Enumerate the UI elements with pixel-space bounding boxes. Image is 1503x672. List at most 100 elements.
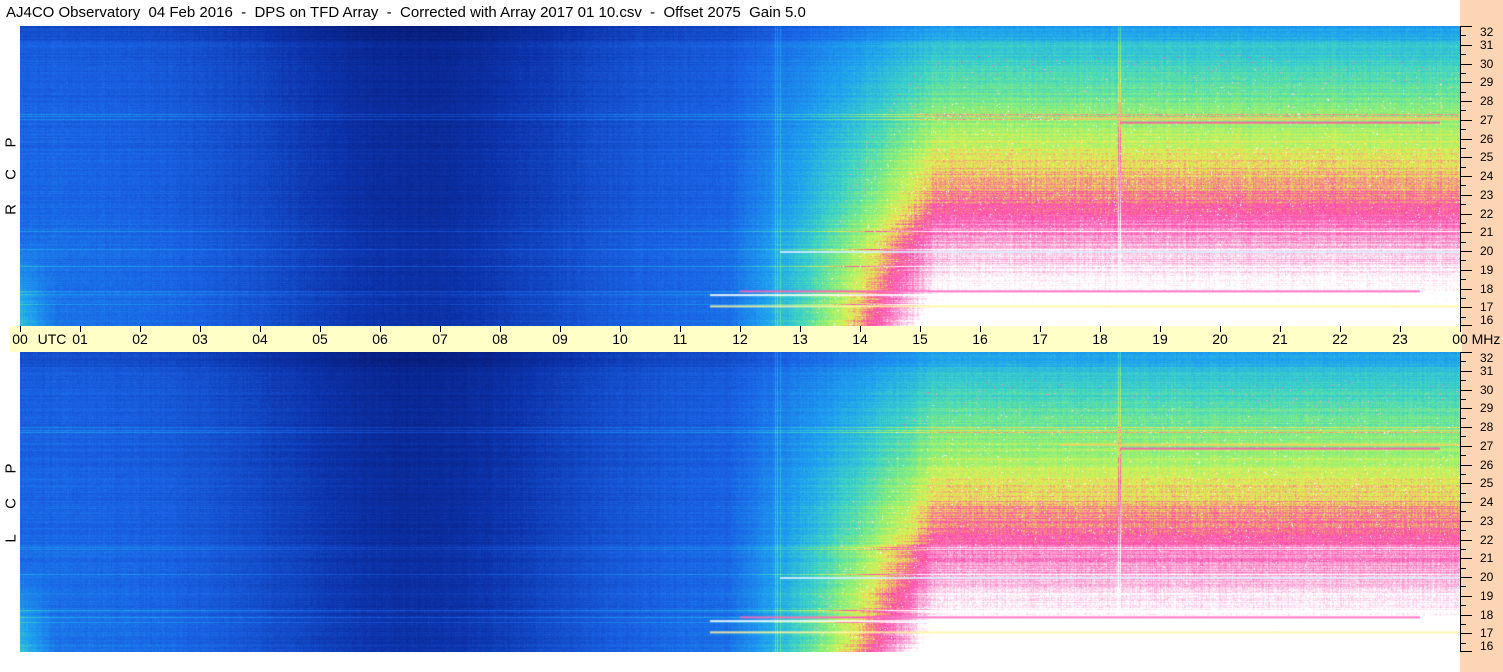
- frequency-minor-tick: [1460, 361, 1466, 363]
- frequency-tick: [1460, 483, 1472, 485]
- time-axis-label: 22: [1332, 331, 1348, 347]
- frequency-tick: [1460, 445, 1472, 447]
- frequency-scale-lcp: 16 17 18 19 20 21 22 23 24 25 26 27 28 29 30 31 32: [1460, 351, 1503, 653]
- frequency-minor-tick: [1460, 567, 1466, 569]
- time-axis-label: 07: [432, 331, 448, 347]
- frequency-label: 20: [1480, 244, 1494, 258]
- frequency-label: 31: [1480, 363, 1494, 378]
- frequency-label: 26: [1480, 131, 1494, 146]
- frequency-tick: [1460, 232, 1472, 234]
- frequency-minor-tick: [1460, 642, 1466, 644]
- spectrogram-canvas-rcp: [20, 26, 1460, 326]
- frequency-tick: [1460, 44, 1472, 46]
- frequency-minor-tick: [1460, 380, 1466, 382]
- frequency-minor-tick: [1460, 204, 1466, 206]
- panel-2-label-letter: L: [2, 534, 20, 543]
- time-axis-label: MHz: [1471, 331, 1501, 347]
- frequency-tick: [1460, 595, 1472, 597]
- panel-2-label-letter: C: [2, 498, 20, 509]
- frequency-label: 28: [1480, 420, 1494, 434]
- frequency-label: 27: [1480, 112, 1494, 127]
- frequency-tick: [1460, 194, 1472, 196]
- frequency-minor-tick: [1460, 316, 1466, 318]
- time-axis-label: 21: [1272, 331, 1288, 347]
- time-axis-label: 10: [612, 331, 628, 347]
- frequency-label: 29: [1480, 401, 1494, 416]
- frequency-tick: [1460, 370, 1472, 372]
- frequency-label: 18: [1480, 281, 1494, 296]
- frequency-tick: [1460, 63, 1472, 65]
- time-axis-label: 00: [1452, 331, 1468, 347]
- frequency-tick: [1460, 427, 1472, 428]
- frequency-tick: [1460, 352, 1472, 353]
- frequency-minor-tick: [1460, 147, 1466, 149]
- frequency-minor-tick: [1460, 623, 1466, 625]
- frequency-tick: [1460, 251, 1472, 252]
- frequency-minor-tick: [1460, 129, 1466, 131]
- frequency-label: 16: [1480, 313, 1494, 327]
- frequency-label: 26: [1480, 457, 1494, 472]
- frequency-label: 31: [1480, 37, 1494, 52]
- spectrogram-panel-rcp: [20, 26, 1460, 326]
- frequency-label: 24: [1480, 169, 1494, 183]
- time-axis-label: 11: [672, 331, 688, 347]
- frequency-tick: [1460, 26, 1472, 27]
- spectrogram-panel-lcp: [20, 352, 1460, 652]
- frequency-minor-tick: [1460, 605, 1466, 607]
- frequency-minor-tick: [1460, 297, 1466, 299]
- frequency-label: 18: [1480, 607, 1494, 622]
- frequency-tick: [1460, 119, 1472, 121]
- time-axis-label: 17: [1032, 331, 1048, 347]
- frequency-scale-rcp: 16 17 18 19 20 21 22 23 24 25 26 27 28 29 30 31 32: [1460, 25, 1503, 327]
- time-axis-label: 04: [252, 331, 268, 347]
- frequency-minor-tick: [1460, 72, 1466, 74]
- frequency-label: 22: [1480, 532, 1494, 547]
- frequency-minor-tick: [1460, 54, 1466, 56]
- frequency-label: 21: [1480, 551, 1494, 566]
- frequency-tick: [1460, 213, 1472, 215]
- time-axis-label: 14: [852, 331, 868, 347]
- frequency-minor-tick: [1460, 279, 1466, 281]
- time-axis-label: 15: [912, 331, 928, 347]
- frequency-tick: [1460, 288, 1472, 290]
- time-axis-label: 05: [312, 331, 328, 347]
- frequency-label: 29: [1480, 75, 1494, 90]
- frequency-tick: [1460, 520, 1472, 522]
- frequency-minor-tick: [1460, 530, 1466, 532]
- frequency-label: 20: [1480, 570, 1494, 584]
- panel-1-label-letter: C: [2, 169, 20, 180]
- frequency-tick: [1460, 408, 1472, 410]
- frequency-minor-tick: [1460, 166, 1466, 168]
- frequency-label: 30: [1480, 56, 1494, 71]
- frequency-tick: [1460, 325, 1472, 326]
- frequency-label: 25: [1480, 150, 1494, 165]
- time-axis-label: 20: [1212, 331, 1228, 347]
- frequency-minor-tick: [1460, 492, 1466, 494]
- frequency-minor-tick: [1460, 398, 1466, 400]
- frequency-label: 19: [1480, 262, 1494, 277]
- frequency-tick: [1460, 269, 1472, 271]
- frequency-minor-tick: [1460, 110, 1466, 112]
- time-axis-label: 12: [732, 331, 748, 347]
- frequency-tick: [1460, 389, 1472, 391]
- time-axis-label: UTC: [37, 331, 67, 347]
- frequency-minor-tick: [1460, 35, 1466, 37]
- frequency-label: 17: [1480, 626, 1494, 641]
- time-axis-label: 16: [972, 331, 988, 347]
- time-axis-label: 03: [192, 331, 208, 347]
- frequency-label: 28: [1480, 94, 1494, 108]
- time-axis-bar: 00 UTC 01 02 03 04 05 06 07 08 09 10 11 12 13 14 15 16 17 1…: [10, 326, 1500, 352]
- frequency-tick: [1460, 614, 1472, 616]
- chart-title: AJ4CO Observatory 04 Feb 2016 - DPS on T…: [6, 4, 806, 21]
- frequency-minor-tick: [1460, 260, 1466, 262]
- frequency-label: 17: [1480, 300, 1494, 315]
- time-axis-label: 19: [1152, 331, 1168, 347]
- frequency-tick: [1460, 577, 1472, 578]
- frequency-minor-tick: [1460, 417, 1466, 419]
- panel-2-label-letter: P: [2, 463, 20, 474]
- frequency-label: 21: [1480, 225, 1494, 240]
- frequency-label: 30: [1480, 382, 1494, 397]
- frequency-tick: [1460, 539, 1472, 541]
- frequency-minor-tick: [1460, 222, 1466, 224]
- frequency-minor-tick: [1460, 586, 1466, 588]
